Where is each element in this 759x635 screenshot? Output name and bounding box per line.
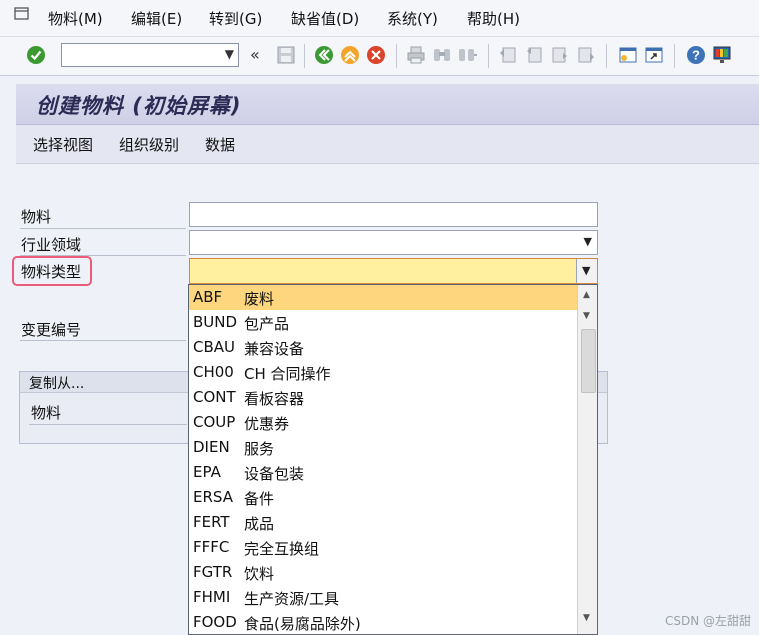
option-description: 食品(易腐品除外): [244, 615, 361, 633]
option-description: 优惠券: [244, 415, 290, 433]
help-icon[interactable]: ?: [686, 45, 706, 65]
menu-system[interactable]: 系统(Y): [387, 8, 438, 29]
option-code: FGTR: [193, 563, 233, 581]
change-number-label: 变更编号: [21, 321, 82, 339]
dropdown-option[interactable]: FERT 成品: [189, 510, 578, 535]
copy-material-label: 物料: [31, 404, 62, 422]
dropdown-option[interactable]: FGTR 饮料: [189, 560, 578, 585]
scroll-thumb[interactable]: [581, 329, 596, 393]
material-type-select[interactable]: ▼: [189, 258, 598, 284]
material-type-label: 物料类型: [21, 263, 82, 281]
next-page-icon[interactable]: [550, 45, 570, 65]
option-code: CH00: [193, 363, 234, 381]
chevron-down-icon: ▼: [582, 264, 591, 277]
exit-icon[interactable]: [340, 45, 360, 65]
dropdown-button[interactable]: ▼: [576, 259, 597, 283]
option-code: DIEN: [193, 438, 230, 456]
title-bar: 创建物料 (初始屏幕): [16, 84, 759, 125]
scroll-down-icon[interactable]: ▼: [583, 311, 590, 321]
find-next-icon[interactable]: [458, 45, 478, 65]
org-levels-button[interactable]: 组织级别: [119, 134, 179, 155]
dropdown-option[interactable]: FHMI 生产资源/工具: [189, 585, 578, 610]
option-code: FOOD: [193, 613, 237, 631]
option-code: BUND: [193, 313, 238, 331]
dropdown-option[interactable]: FOOD 食品(易腐品除外): [189, 610, 578, 634]
chevron-down-icon[interactable]: ▼: [584, 235, 592, 248]
option-description: CH 合同操作: [244, 365, 331, 383]
menu-bar: 物料(M) 编辑(E) 转到(G) 缺省值(D) 系统(Y) 帮助(H): [0, 0, 759, 37]
option-description: 饮料: [244, 565, 275, 583]
menu-edit[interactable]: 编辑(E): [131, 8, 182, 29]
option-code: ABF: [193, 288, 223, 306]
option-description: 废料: [244, 290, 275, 308]
cancel-icon[interactable]: [366, 45, 386, 65]
previous-page-icon[interactable]: [524, 45, 544, 65]
svg-text:?: ?: [692, 48, 700, 63]
application-toolbar: 选择视图 组织级别 数据: [16, 125, 759, 164]
first-page-icon[interactable]: [498, 45, 518, 65]
menu-goto[interactable]: 转到(G): [209, 8, 262, 29]
material-input[interactable]: [189, 202, 598, 227]
option-code: COUP: [193, 413, 236, 431]
dropdown-option[interactable]: COUP 优惠券: [189, 410, 578, 435]
copy-from-title: 复制从...: [29, 376, 85, 392]
scroll-down-end-icon[interactable]: ▼: [583, 613, 590, 623]
option-code: CONT: [193, 388, 236, 406]
new-session-icon[interactable]: [618, 45, 638, 65]
industry-sector-select[interactable]: ▼: [189, 230, 598, 255]
option-description: 看板容器: [244, 390, 305, 408]
menu-help[interactable]: 帮助(H): [467, 8, 520, 29]
enter-check-icon[interactable]: [26, 45, 46, 65]
option-description: 完全互换组: [244, 540, 320, 558]
material-label: 物料: [21, 208, 52, 226]
page-title: 创建物料 (初始屏幕): [36, 94, 242, 118]
print-icon[interactable]: [406, 45, 426, 65]
option-description: 备件: [244, 490, 275, 508]
option-code: EPA: [193, 463, 221, 481]
dropdown-option[interactable]: BUND 包产品: [189, 310, 578, 335]
shortcut-icon[interactable]: [644, 45, 664, 65]
back-icon[interactable]: [314, 45, 334, 65]
menu-material[interactable]: 物料(M): [48, 8, 103, 29]
option-code: ERSA: [193, 488, 233, 506]
option-code: FFFC: [193, 538, 230, 556]
standard-toolbar: ▼ « ?: [0, 37, 759, 76]
dropdown-option[interactable]: ERSA 备件: [189, 485, 578, 510]
window-menu-icon[interactable]: [14, 6, 30, 20]
data-button[interactable]: 数据: [205, 134, 235, 155]
option-description: 成品: [244, 515, 275, 533]
scroll-up-icon[interactable]: ▲: [583, 290, 590, 300]
material-type-dropdown[interactable]: ABF 废料 BUND 包产品 CBAU 兼容设备 CH00 CH 合同操作 CONT 看板容器 C…: [188, 284, 598, 635]
customize-layout-icon[interactable]: [712, 45, 732, 65]
option-code: FERT: [193, 513, 230, 531]
dropdown-option[interactable]: CONT 看板容器: [189, 385, 578, 410]
select-views-button[interactable]: 选择视图: [33, 134, 93, 155]
collapse-chevrons-icon[interactable]: «: [250, 45, 260, 64]
find-icon[interactable]: [432, 45, 452, 65]
option-description: 兼容设备: [244, 340, 305, 358]
option-code: FHMI: [193, 588, 231, 606]
dropdown-option[interactable]: EPA 设备包装: [189, 460, 578, 485]
industry-sector-label: 行业领域: [21, 236, 82, 254]
last-page-icon[interactable]: [576, 45, 596, 65]
option-description: 设备包装: [244, 465, 305, 483]
dropdown-option[interactable]: ABF 废料: [189, 285, 578, 310]
save-icon[interactable]: [276, 45, 296, 65]
dropdown-option[interactable]: FFFC 完全互换组: [189, 535, 578, 560]
option-code: CBAU: [193, 338, 236, 356]
option-description: 包产品: [244, 315, 290, 333]
watermark: CSDN @左甜甜: [664, 614, 751, 628]
dropdown-option[interactable]: CBAU 兼容设备: [189, 335, 578, 360]
dropdown-option[interactable]: DIEN 服务: [189, 435, 578, 460]
option-description: 服务: [244, 440, 275, 458]
command-field[interactable]: ▼: [61, 43, 239, 67]
dropdown-option[interactable]: CH00 CH 合同操作: [189, 360, 578, 385]
dropdown-scrollbar[interactable]: ▲ ▼ ▼: [577, 285, 597, 634]
chevron-down-icon[interactable]: ▼: [225, 47, 234, 61]
menu-defaults[interactable]: 缺省值(D): [291, 8, 359, 29]
option-description: 生产资源/工具: [244, 590, 340, 608]
